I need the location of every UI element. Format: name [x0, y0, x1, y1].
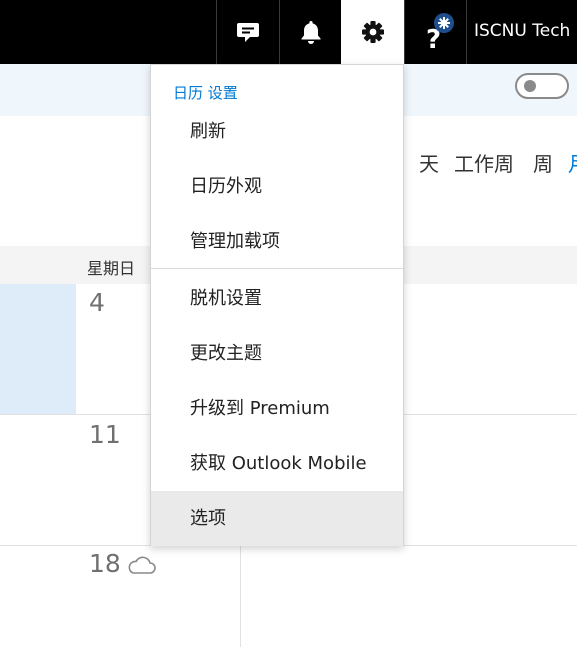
- help-question-icon: ?: [426, 13, 454, 54]
- settings-button[interactable]: [341, 0, 404, 64]
- menu-item-upgrade-premium[interactable]: 升级到 Premium: [151, 381, 403, 436]
- notifications-button[interactable]: [280, 0, 341, 64]
- tab-work-week[interactable]: 工作周: [454, 148, 514, 177]
- date-cell-number[interactable]: 11: [89, 420, 121, 449]
- top-bar: ? ISCNU Tech: [0, 0, 577, 64]
- gear-icon: [361, 21, 384, 43]
- date-cell-number[interactable]: 4: [89, 288, 105, 317]
- menu-item-manage-addins[interactable]: 管理加载项: [151, 214, 403, 269]
- menu-item-change-theme[interactable]: 更改主题: [151, 326, 403, 381]
- outlook-calendar-page: ? ISCNU Tech 天 工作周 周 月 星期日 4 11 18: [0, 0, 577, 647]
- menu-divider: [151, 268, 403, 269]
- topbar-separator: [466, 0, 467, 64]
- menu-item-offline-settings[interactable]: 脱机设置: [151, 271, 403, 326]
- chat-bubble-icon: [237, 23, 259, 42]
- tab-day[interactable]: 天: [419, 148, 439, 177]
- help-button[interactable]: ?: [405, 0, 466, 64]
- view-toggle[interactable]: [515, 73, 569, 99]
- day-header-sunday: 星期日: [87, 259, 136, 278]
- tab-month[interactable]: 月: [568, 148, 577, 177]
- toggle-knob: [524, 80, 536, 92]
- menu-item-options[interactable]: 选项: [151, 491, 403, 546]
- menu-item-refresh[interactable]: 刷新: [151, 104, 403, 159]
- menu-item-calendar-appearance[interactable]: 日历外观: [151, 159, 403, 214]
- cloud-icon: [128, 556, 156, 574]
- chat-button[interactable]: [217, 0, 279, 64]
- date-cell-number[interactable]: 18: [89, 549, 121, 578]
- menu-header: 日历 设置: [173, 84, 238, 102]
- account-name[interactable]: ISCNU Tech: [474, 0, 570, 64]
- menu-item-get-outlook-mobile[interactable]: 获取 Outlook Mobile: [151, 436, 403, 491]
- settings-dropdown-menu: 日历 设置 刷新 日历外观 管理加载项 脱机设置 更改主题 升级到 Premiu…: [150, 64, 404, 546]
- bell-icon: [301, 21, 320, 44]
- tab-week[interactable]: 周: [533, 148, 553, 177]
- selected-day-cell[interactable]: [0, 284, 76, 414]
